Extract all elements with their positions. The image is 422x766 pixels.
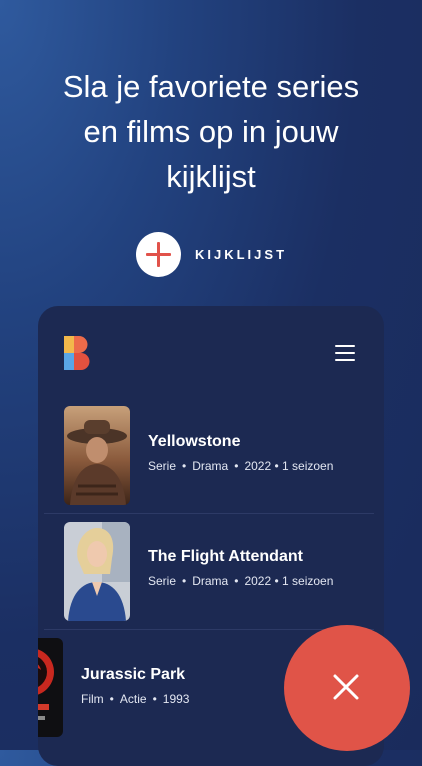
list-item[interactable]: Yellowstone Serie • Drama • 2022 • 1 seizoen [38,398,384,513]
watchlist-label: KIJKLIJST [195,247,288,262]
app-logo [64,336,90,370]
headline: Sla je favoriete series en films op in j… [0,64,422,199]
item-title: The Flight Attendant [148,548,303,565]
item-title: Jurassic Park [81,666,186,683]
headline-line-3: kijklijst [166,159,256,194]
item-meta: Film • Actie • 1993 [81,692,190,706]
list-item[interactable]: The Flight Attendant Serie • Drama • 2022 • … [38,514,384,629]
close-icon [333,674,359,700]
item-title: Yellowstone [148,433,241,450]
remove-button[interactable] [284,625,410,751]
poster-the-flight-attendant [64,522,130,621]
poster-jurassic-park [38,638,63,737]
headline-line-1: Sla je favoriete series [62,69,360,104]
hamburger-menu-icon[interactable] [335,344,355,362]
plus-icon[interactable] [136,232,181,277]
poster-yellowstone [64,406,130,505]
item-meta: Serie • Drama • 2022 • 1 seizoen [148,459,334,473]
item-meta: Serie • Drama • 2022 • 1 seizoen [148,574,334,588]
headline-line-2: en films op in jouw [83,114,339,149]
add-to-watchlist-cta[interactable]: KIJKLIJST [136,232,287,277]
